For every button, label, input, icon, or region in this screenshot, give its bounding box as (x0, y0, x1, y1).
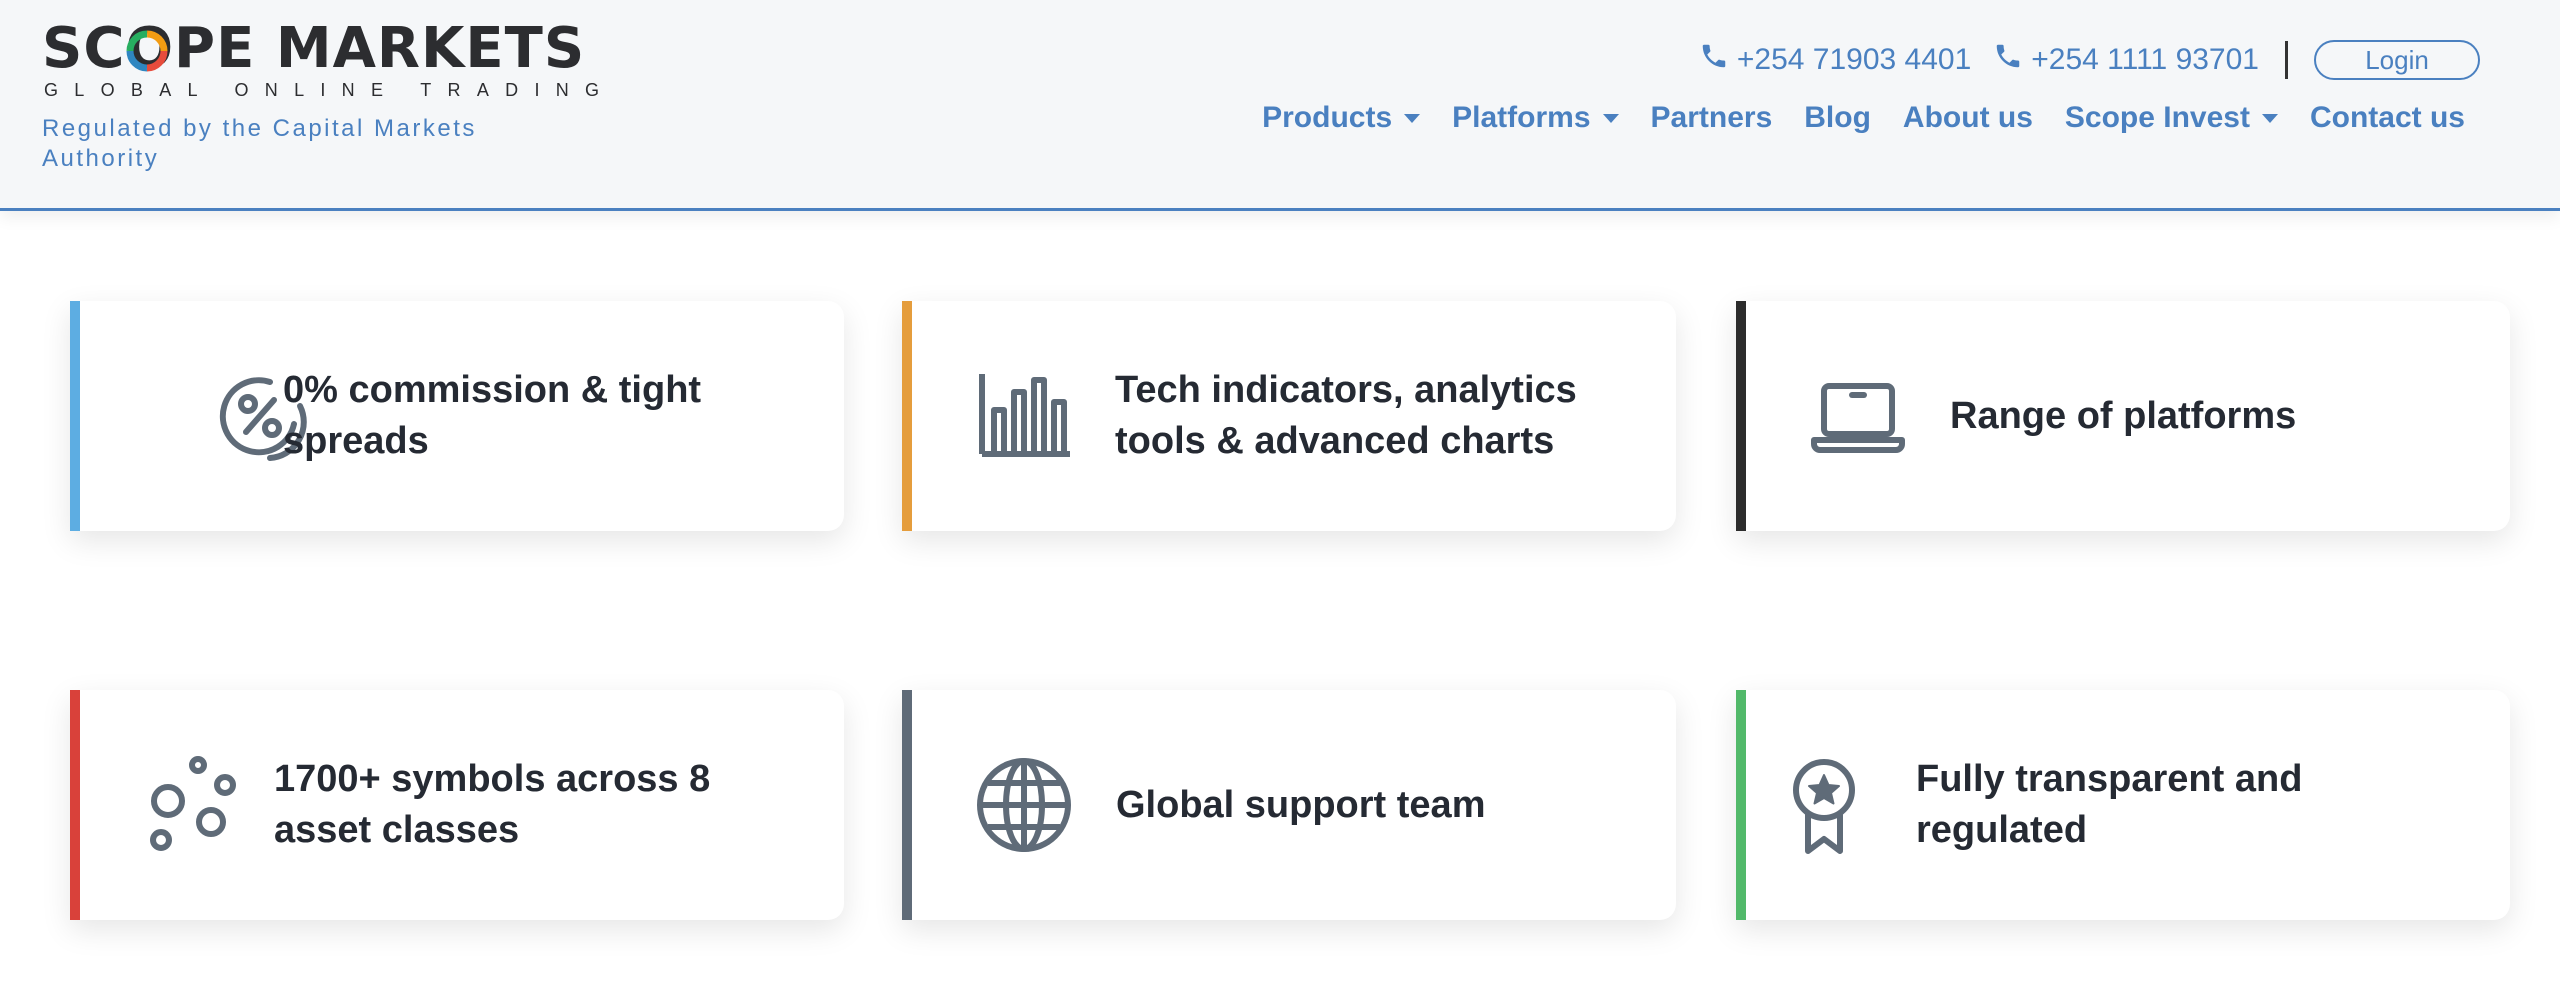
card-accent-bar (1736, 301, 1746, 531)
nav-label: Platforms (1452, 101, 1591, 134)
bar-chart-icon (972, 364, 1076, 468)
nav-item-platforms[interactable]: Platforms (1452, 101, 1619, 135)
contact-divider (2285, 41, 2288, 79)
nav-item-blog[interactable]: Blog (1804, 101, 1871, 135)
nav-label: Contact us (2309, 101, 2465, 134)
caret-down-icon (2261, 113, 2278, 123)
feature-card-platforms: Range of platforms (1736, 301, 2510, 531)
feature-title: Tech indicators, analytics tools & advan… (1115, 369, 1577, 462)
globe-icon (972, 753, 1076, 857)
feature-title: Global support team (1116, 783, 1486, 826)
nav-item-scope-invest[interactable]: Scope Invest (2065, 101, 2278, 135)
phone-icon (1699, 41, 1729, 79)
card-accent-bar (1736, 690, 1746, 920)
brand-logo[interactable]: SCO PE MARKETS (42, 20, 602, 78)
phone-link-2[interactable]: +254 1111 93701 (1993, 41, 2259, 79)
contact-bar: +254 71903 4401 +254 1111 93701 Login (1699, 38, 2480, 82)
feature-card-commission: 0% commission & tight spreads (70, 301, 844, 531)
nav-item-contact-us[interactable]: Contact us (2310, 101, 2465, 135)
nav-label: Products (1262, 101, 1393, 134)
logo-ring-icon: O (125, 16, 175, 81)
brand-name-part-1: SC (42, 16, 126, 81)
award-icon (1772, 753, 1876, 857)
nav-item-partners[interactable]: Partners (1651, 101, 1773, 135)
brand-tagline: GLOBAL ONLINE TRADING (44, 80, 616, 100)
phone-number-2: +254 1111 93701 (2031, 43, 2259, 76)
nav-item-products[interactable]: Products (1262, 101, 1421, 135)
feature-title: Range of platforms (1950, 394, 2297, 437)
bubbles-icon (139, 753, 243, 857)
caret-down-icon (1602, 113, 1619, 123)
nav-label: Blog (1804, 101, 1871, 134)
nav-label: Partners (1650, 101, 1773, 134)
phone-link-1[interactable]: +254 71903 4401 (1699, 41, 1971, 79)
feature-card-symbols: 1700+ symbols across 8 asset classes (70, 690, 844, 920)
brand-name-part-2: PE MARKETS (174, 16, 586, 81)
nav-label: Scope Invest (2064, 101, 2250, 134)
login-button[interactable]: Login (2314, 40, 2480, 80)
phone-icon (1993, 41, 2023, 79)
feature-title: 1700+ symbols across 8 asset classes (274, 758, 711, 851)
regulation-note: Regulated by the Capital Markets Authori… (42, 115, 477, 172)
main-nav: Products Platforms Partners Blog About u… (1262, 96, 2465, 140)
site-header: SCO PE MARKETS GLOBAL ONLINE TRADING Reg… (0, 0, 2560, 211)
phone-number-1: +254 71903 4401 (1736, 43, 1972, 76)
feature-card-charts: Tech indicators, analytics tools & advan… (902, 301, 1676, 531)
feature-card-regulated: Fully transparent and regulated (1736, 690, 2510, 920)
card-accent-bar (902, 301, 912, 531)
laptop-icon (1806, 364, 1910, 468)
feature-card-support: Global support team (902, 690, 1676, 920)
nav-label: About us (1902, 101, 2033, 134)
card-accent-bar (902, 690, 912, 920)
feature-title: 0% commission & tight spreads (283, 369, 702, 462)
caret-down-icon (1404, 113, 1421, 123)
card-accent-bar (70, 301, 80, 531)
feature-title: Fully transparent and regulated (1916, 758, 2303, 851)
card-accent-bar (70, 690, 80, 920)
nav-item-about-us[interactable]: About us (1903, 101, 2033, 135)
